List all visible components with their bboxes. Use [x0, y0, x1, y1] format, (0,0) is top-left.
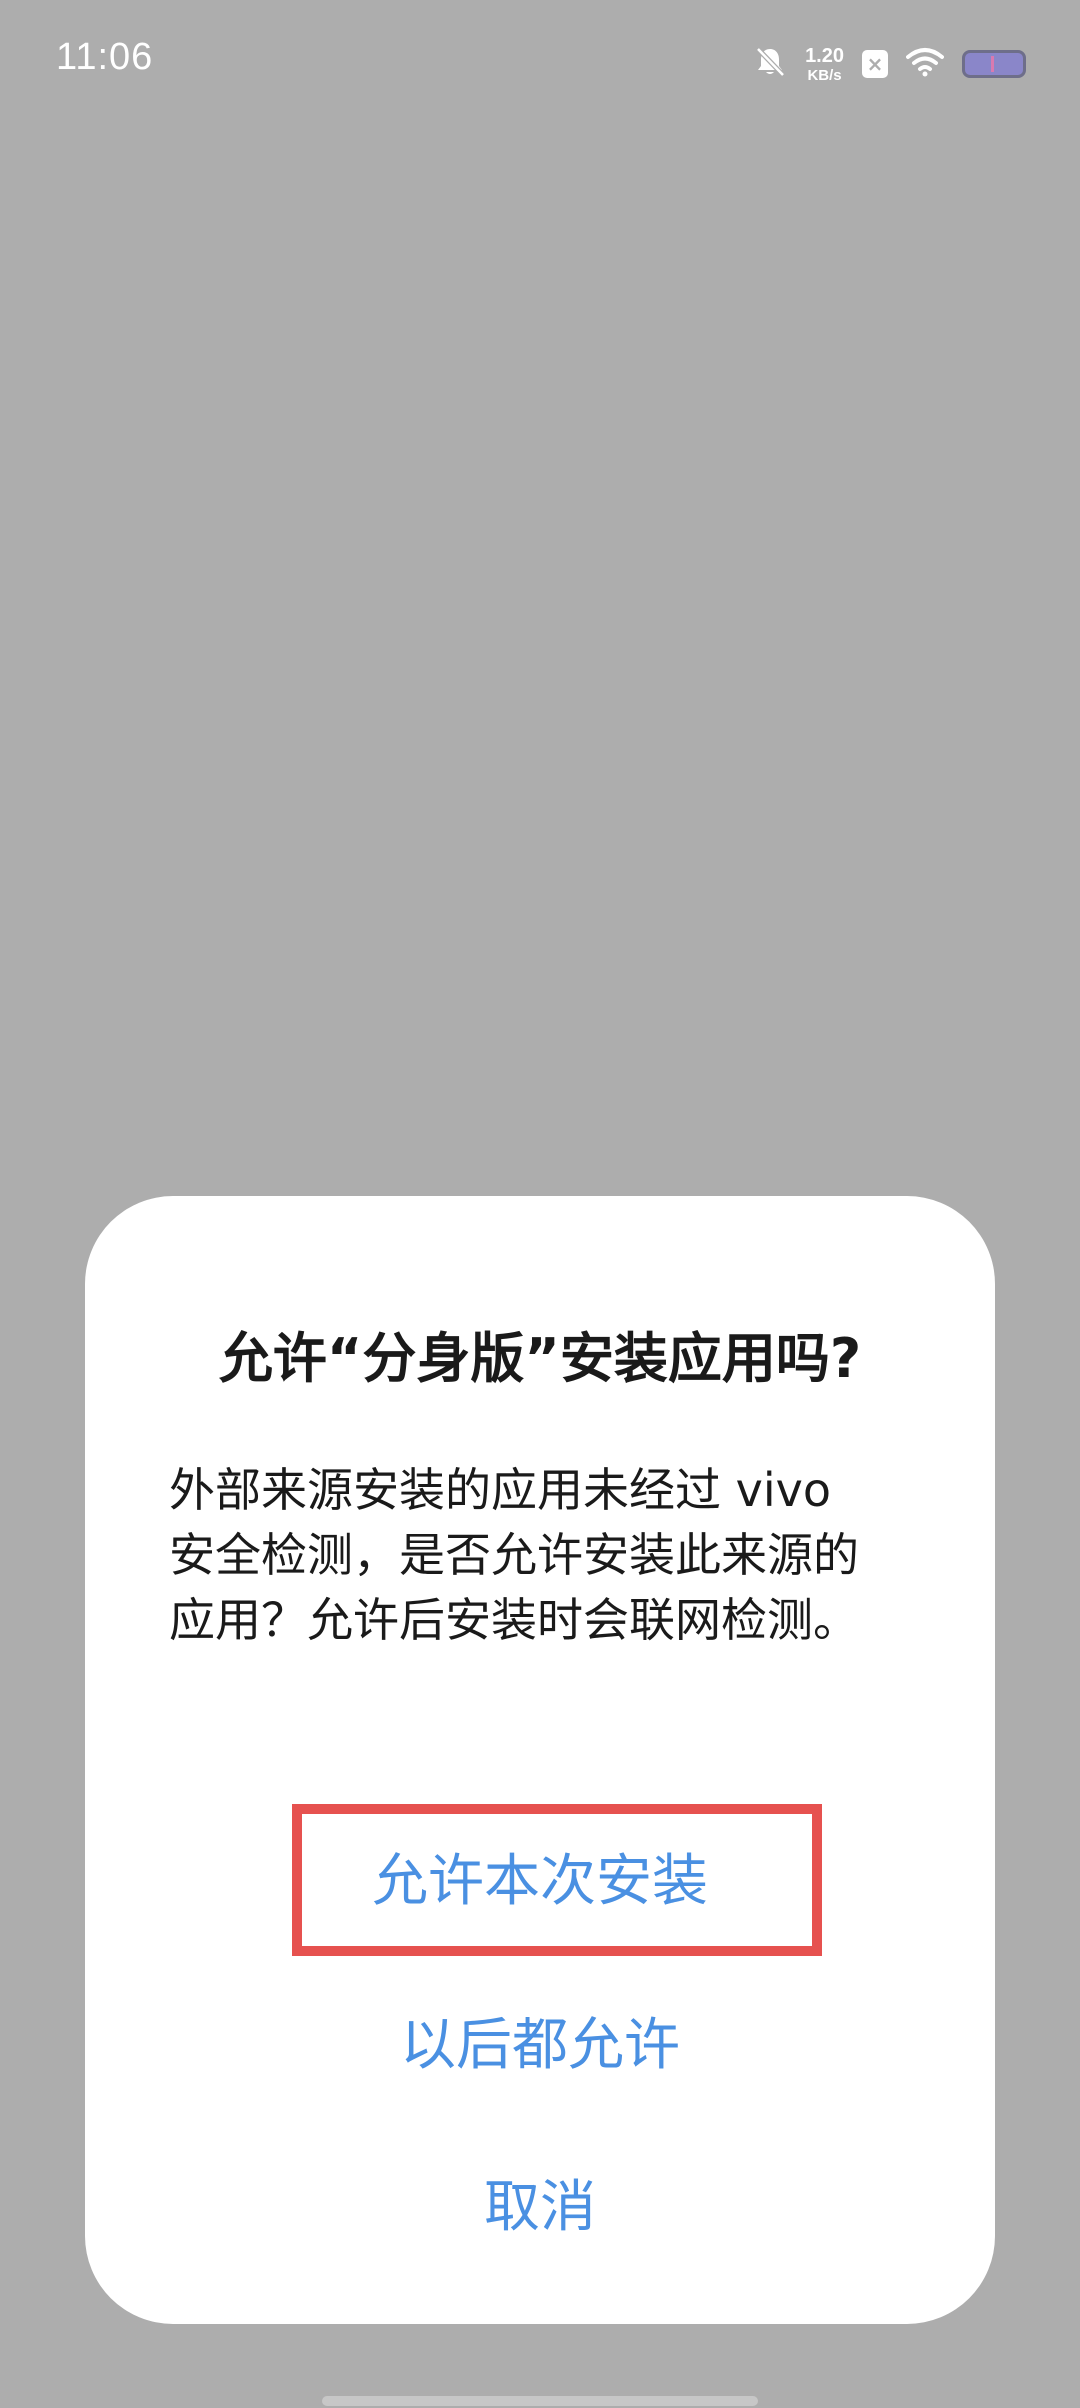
status-icons: 1.20 KB/s ×	[753, 40, 1026, 88]
status-time: 11:06	[56, 36, 154, 78]
status-bar: 11:06 1.20 KB/s ×	[0, 0, 1080, 124]
dialog-title: 允许“分身版”安装应用吗?	[218, 1327, 862, 1390]
home-indicator[interactable]	[322, 2396, 758, 2406]
net-speed-indicator: 1.20 KB/s	[805, 46, 844, 83]
install-permission-dialog: 允许“分身版”安装应用吗? 外部来源安装的应用未经过 vivo 安全检测，是否允…	[85, 1196, 995, 2324]
net-speed-value: 1.20	[805, 44, 844, 67]
net-speed-unit: KB/s	[807, 66, 842, 84]
always-allow-button[interactable]: 以后都允许	[85, 2000, 995, 2081]
battery-icon	[962, 50, 1026, 78]
dialog-message: 外部来源安装的应用未经过 vivo 安全检测，是否允许安装此来源的应用？允许后安…	[169, 1463, 859, 1647]
cancel-button[interactable]: 取消	[85, 2162, 995, 2243]
highlight-box	[292, 1804, 822, 1956]
wifi-icon	[906, 47, 944, 81]
bell-muted-icon	[753, 45, 787, 83]
battery-charge-mark	[991, 56, 994, 72]
sim-off-icon: ×	[862, 50, 888, 78]
